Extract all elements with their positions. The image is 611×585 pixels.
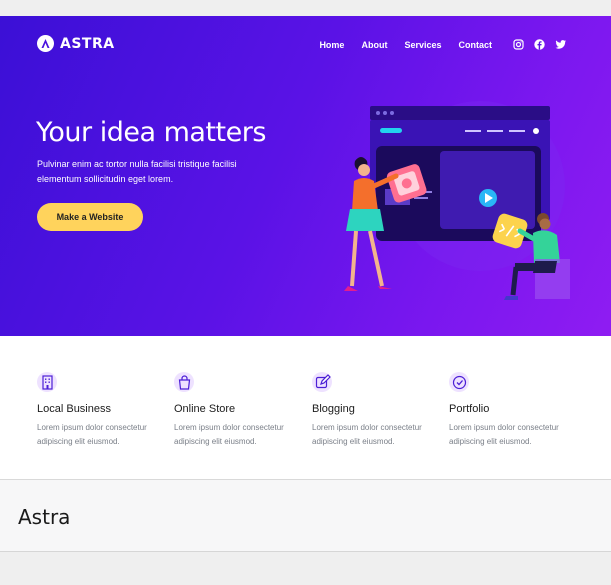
site-title: Astra bbox=[18, 505, 71, 529]
feature-local-business[interactable]: Local Business Lorem ipsum dolor consect… bbox=[37, 372, 167, 449]
feature-blogging[interactable]: Blogging Lorem ipsum dolor consectetur a… bbox=[312, 372, 442, 449]
shopping-bag-icon bbox=[174, 372, 194, 392]
site-title-bar: Astra bbox=[0, 480, 611, 552]
astra-logo-icon bbox=[37, 35, 54, 52]
logo-text: ASTRA bbox=[60, 35, 115, 52]
hero-subtext: Pulvinar enim ac tortor nulla facilisi t… bbox=[37, 159, 237, 184]
badge-check-icon bbox=[449, 372, 469, 392]
feature-desc: Lorem ipsum dolor consectetur adipiscing… bbox=[312, 423, 422, 446]
nav-contact[interactable]: Contact bbox=[459, 40, 493, 50]
nav-about[interactable]: About bbox=[361, 40, 387, 50]
feature-title: Online Store bbox=[174, 403, 236, 415]
feature-desc: Lorem ipsum dolor consectetur adipiscing… bbox=[37, 423, 147, 446]
nav-home[interactable]: Home bbox=[319, 40, 344, 50]
make-a-website-button[interactable]: Make a Website bbox=[37, 203, 143, 231]
hero-illustration bbox=[330, 91, 590, 306]
feature-portfolio[interactable]: Portfolio Lorem ipsum dolor consectetur … bbox=[449, 372, 579, 449]
social-links bbox=[513, 39, 567, 50]
feature-desc: Lorem ipsum dolor consectetur adipiscing… bbox=[449, 423, 559, 446]
twitter-icon[interactable] bbox=[555, 39, 567, 50]
main-nav: Home About Services Contact bbox=[319, 39, 567, 50]
facebook-icon[interactable] bbox=[534, 39, 545, 50]
hero-headline: Your idea matters bbox=[36, 117, 266, 148]
building-icon bbox=[37, 372, 57, 392]
instagram-icon[interactable] bbox=[513, 39, 524, 50]
feature-title: Local Business bbox=[37, 403, 111, 415]
nav-services[interactable]: Services bbox=[404, 40, 441, 50]
feature-online-store[interactable]: Online Store Lorem ipsum dolor consectet… bbox=[174, 372, 304, 449]
site-logo[interactable]: ASTRA bbox=[37, 35, 115, 52]
edit-icon bbox=[312, 372, 332, 392]
feature-title: Portfolio bbox=[449, 403, 490, 415]
features-section: Local Business Lorem ipsum dolor consect… bbox=[0, 336, 611, 480]
hero-section: ASTRA Home About Services Contact Your i… bbox=[0, 16, 611, 336]
feature-desc: Lorem ipsum dolor consectetur adipiscing… bbox=[174, 423, 284, 446]
feature-title: Blogging bbox=[312, 403, 355, 415]
